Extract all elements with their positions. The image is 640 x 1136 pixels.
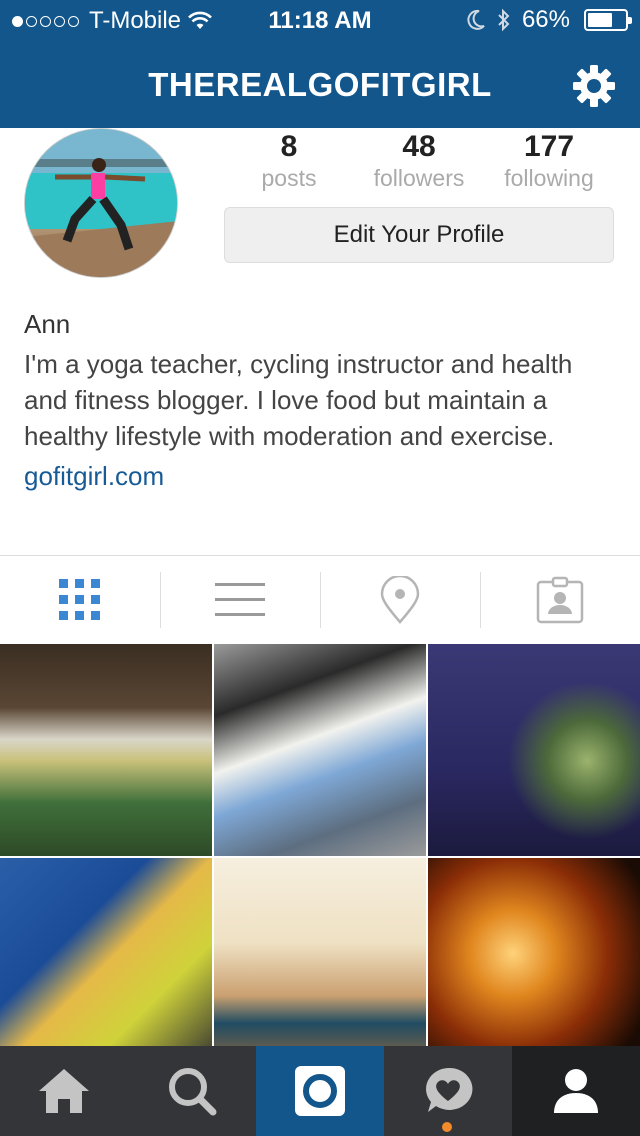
nav-activity[interactable] xyxy=(384,1046,512,1136)
grid-icon xyxy=(59,579,100,620)
avatar-figure xyxy=(25,129,177,277)
stat-followers-label: followers xyxy=(373,165,465,191)
list-icon xyxy=(215,583,265,616)
nav-search[interactable] xyxy=(128,1046,256,1136)
battery-icon xyxy=(584,9,632,31)
profile-bio: Ann I'm a yoga teacher, cycling instruct… xyxy=(24,306,616,494)
stat-following-value: 177 xyxy=(523,130,575,163)
status-bar: T-Mobile 11:18 AM 66% xyxy=(0,0,640,40)
stat-followers-value: 48 xyxy=(402,130,436,163)
photo-grid xyxy=(0,644,640,1048)
stat-following[interactable]: 177 following xyxy=(484,130,614,192)
status-right: 66% xyxy=(466,6,632,34)
app-header: T-Mobile 11:18 AM 66% THEREALGOFITGIRL xyxy=(0,0,640,128)
nav-camera[interactable] xyxy=(256,1046,384,1136)
notification-dot xyxy=(442,1122,452,1132)
stat-followers[interactable]: 48 followers xyxy=(354,130,484,192)
bottom-nav xyxy=(0,1046,640,1136)
website-link[interactable]: gofitgirl.com xyxy=(24,458,616,494)
stat-posts-value: 8 xyxy=(280,130,298,163)
photo-thumbnail[interactable] xyxy=(214,858,426,1048)
photo-thumbnail[interactable] xyxy=(428,644,640,856)
page-title: THEREALGOFITGIRL xyxy=(148,66,492,103)
tab-tagged-photos[interactable] xyxy=(480,556,640,644)
nav-profile[interactable] xyxy=(512,1046,640,1136)
stat-following-label: following xyxy=(504,165,594,191)
stat-posts[interactable]: 8 posts xyxy=(224,130,354,192)
battery-percent: 66% xyxy=(521,6,570,33)
gear-icon[interactable] xyxy=(570,62,618,110)
bluetooth-icon xyxy=(498,8,510,32)
bio-text: I'm a yoga teacher, cycling instructor a… xyxy=(24,349,573,451)
activity-heart-icon xyxy=(426,1067,473,1112)
photo-thumbnail[interactable] xyxy=(428,858,640,1048)
moon-icon xyxy=(467,9,485,30)
camera-icon xyxy=(295,1066,345,1116)
photo-thumbnail[interactable] xyxy=(0,644,212,856)
profile-stats: 8 posts 48 followers 177 following xyxy=(224,130,614,192)
tab-list-view[interactable] xyxy=(160,556,320,644)
tagged-photos-icon xyxy=(536,576,584,624)
photo-thumbnail[interactable] xyxy=(0,858,212,1048)
stat-posts-label: posts xyxy=(261,165,317,191)
photo-thumbnail[interactable] xyxy=(214,644,426,856)
edit-profile-button[interactable]: Edit Your Profile xyxy=(224,207,614,263)
tab-map-view[interactable] xyxy=(320,556,480,644)
nav-home[interactable] xyxy=(0,1046,128,1136)
location-pin-icon xyxy=(380,576,420,624)
profile-icon xyxy=(554,1069,598,1113)
view-tabs xyxy=(0,556,640,644)
profile-name: Ann xyxy=(24,309,71,339)
search-icon xyxy=(169,1068,217,1116)
tab-grid-view[interactable] xyxy=(0,556,160,644)
home-icon xyxy=(39,1069,89,1113)
profile-avatar[interactable] xyxy=(24,128,178,278)
